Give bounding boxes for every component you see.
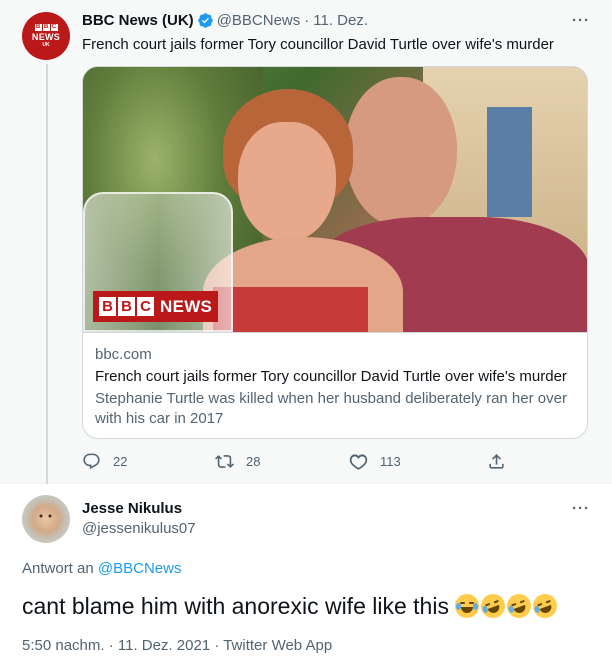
logo-block-b2: B	[118, 297, 135, 316]
avatar-block-c: C	[50, 24, 58, 31]
logo-block-b1: B	[99, 297, 116, 316]
red-tablet	[213, 287, 368, 332]
retweet-icon	[215, 455, 234, 468]
avatar-face-icon	[39, 514, 52, 518]
avatar-bbc-blocks: B B C	[34, 24, 58, 31]
card-description-line1: Stephanie Turtle was killed when her hus…	[95, 390, 567, 407]
man-head	[345, 77, 457, 227]
reply-more-options-icon[interactable]: ···	[572, 500, 590, 517]
reply-timestamp-meta[interactable]: 5:50 nachm. · 11. Dez. 2021 · Twitter We…	[22, 637, 332, 654]
reply-author-display-name[interactable]: Jesse Nikulus	[82, 500, 182, 517]
share-icon	[489, 454, 504, 469]
share-button[interactable]	[487, 452, 518, 471]
like-count: 113	[380, 454, 401, 469]
reply-tweet-text: cant blame him with anorexic wife like t…	[22, 590, 561, 622]
replying-to-line: Antwort an @BBCNews	[22, 560, 181, 577]
like-button[interactable]: 113	[349, 452, 401, 471]
heart-icon	[349, 454, 368, 470]
bbc-news-logo: B B C NEWS	[93, 291, 219, 322]
logo-news-text: NEWS	[160, 296, 213, 316]
woman-face	[238, 122, 336, 242]
rolling-on-the-floor-laughing-icon	[529, 590, 561, 622]
link-preview-card[interactable]: B B C NEWS bbc.com French court jails fo…	[82, 66, 588, 439]
author-handle[interactable]: @BBCNews	[217, 12, 301, 29]
header-separator: ·	[304, 12, 310, 29]
card-description-line2: with his car in 2017	[95, 410, 224, 427]
thread-connector-line	[46, 64, 48, 484]
card-domain: bbc.com	[95, 346, 152, 363]
card-image[interactable]: B B C NEWS	[83, 67, 587, 332]
window-shutter	[487, 107, 532, 217]
replying-to-handle-link[interactable]: @BBCNews	[98, 560, 182, 577]
more-options-icon[interactable]: ···	[572, 12, 590, 29]
reply-author-handle[interactable]: @jessenikulus07	[82, 520, 196, 537]
parent-tweet[interactable]: B B C NEWS UK BBC News (UK) @BBCNews · 1…	[0, 0, 612, 484]
retweet-button[interactable]: 28	[215, 452, 260, 471]
bbc-news-avatar[interactable]: B B C NEWS UK	[22, 12, 70, 60]
parent-tweet-text: French court jails former Tory councillo…	[82, 36, 554, 53]
tweet-actions: 22 28 113	[82, 452, 504, 474]
avatar-news-text: NEWS	[31, 32, 61, 42]
parent-tweet-header: BBC News (UK) @BBCNews · 11. Dez.	[82, 12, 368, 29]
reply-text-content: cant blame him with anorexic wife like t…	[22, 593, 456, 619]
avatar-block-b1: B	[34, 24, 42, 31]
reply-count: 22	[113, 454, 128, 469]
reply-icon	[83, 453, 100, 470]
card-body[interactable]: bbc.com French court jails former Tory c…	[83, 332, 587, 438]
rolling-on-the-floor-laughing-icon	[503, 590, 535, 622]
tweet-date[interactable]: 11. Dez.	[313, 12, 368, 29]
avatar-uk-text: UK	[42, 42, 50, 48]
avatar-block-b2: B	[42, 24, 50, 31]
verified-badge-icon	[197, 13, 213, 28]
logo-block-c: C	[137, 297, 154, 316]
reply-author-avatar[interactable]	[22, 495, 70, 543]
rolling-on-the-floor-laughing-icon	[477, 590, 509, 622]
retweet-count: 28	[246, 454, 261, 469]
card-title: French court jails former Tory councillo…	[95, 368, 567, 385]
author-display-name[interactable]: BBC News (UK)	[82, 12, 194, 29]
replying-to-prefix: Antwort an	[22, 560, 94, 577]
reply-button[interactable]: 22	[82, 452, 127, 471]
face-with-tears-of-joy-icon	[455, 594, 480, 618]
